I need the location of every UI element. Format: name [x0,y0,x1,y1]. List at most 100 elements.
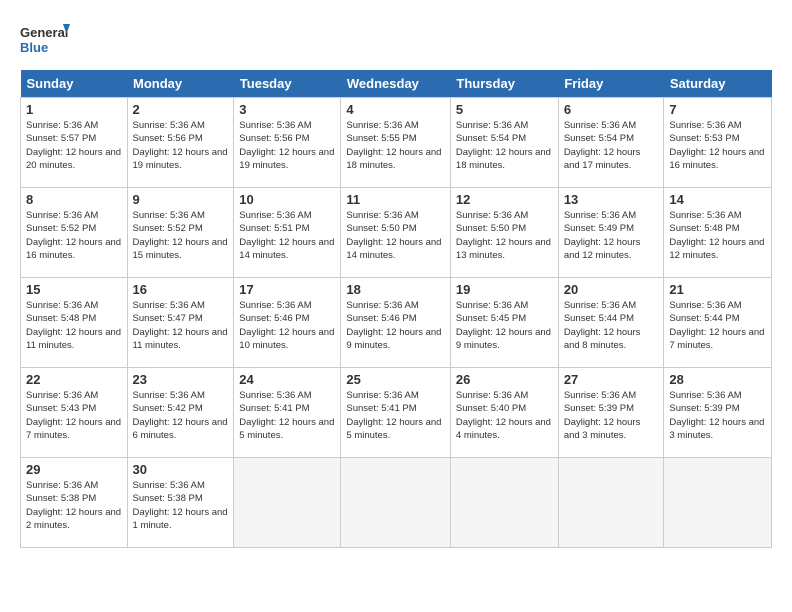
calendar-cell: 12 Sunrise: 5:36 AMSunset: 5:50 PMDaylig… [450,188,558,278]
calendar-week-row: 29 Sunrise: 5:36 AMSunset: 5:38 PMDaylig… [21,458,772,548]
calendar-cell [341,458,451,548]
day-info: Sunrise: 5:36 AMSunset: 5:57 PMDaylight:… [26,120,121,171]
day-info: Sunrise: 5:36 AMSunset: 5:41 PMDaylight:… [239,390,334,441]
day-info: Sunrise: 5:36 AMSunset: 5:38 PMDaylight:… [26,480,121,531]
day-info: Sunrise: 5:36 AMSunset: 5:40 PMDaylight:… [456,390,551,441]
calendar-cell: 18 Sunrise: 5:36 AMSunset: 5:46 PMDaylig… [341,278,451,368]
calendar-cell: 21 Sunrise: 5:36 AMSunset: 5:44 PMDaylig… [664,278,772,368]
logo-svg: General Blue [20,20,70,60]
calendar-cell [664,458,772,548]
calendar-cell: 8 Sunrise: 5:36 AMSunset: 5:52 PMDayligh… [21,188,128,278]
day-info: Sunrise: 5:36 AMSunset: 5:39 PMDaylight:… [564,390,641,441]
day-number: 23 [133,372,229,387]
day-info: Sunrise: 5:36 AMSunset: 5:43 PMDaylight:… [26,390,121,441]
calendar-cell [234,458,341,548]
day-info: Sunrise: 5:36 AMSunset: 5:47 PMDaylight:… [133,300,228,351]
header: General Blue [20,20,772,60]
day-info: Sunrise: 5:36 AMSunset: 5:51 PMDaylight:… [239,210,334,261]
calendar-week-row: 8 Sunrise: 5:36 AMSunset: 5:52 PMDayligh… [21,188,772,278]
weekday-header-friday: Friday [558,70,664,98]
calendar-cell [558,458,664,548]
day-number: 10 [239,192,335,207]
day-number: 17 [239,282,335,297]
day-info: Sunrise: 5:36 AMSunset: 5:50 PMDaylight:… [346,210,441,261]
day-number: 8 [26,192,122,207]
day-info: Sunrise: 5:36 AMSunset: 5:44 PMDaylight:… [564,300,641,351]
calendar-cell: 28 Sunrise: 5:36 AMSunset: 5:39 PMDaylig… [664,368,772,458]
weekday-header-tuesday: Tuesday [234,70,341,98]
weekday-header-monday: Monday [127,70,234,98]
calendar-cell: 6 Sunrise: 5:36 AMSunset: 5:54 PMDayligh… [558,98,664,188]
day-info: Sunrise: 5:36 AMSunset: 5:44 PMDaylight:… [669,300,764,351]
day-number: 9 [133,192,229,207]
day-number: 2 [133,102,229,117]
day-info: Sunrise: 5:36 AMSunset: 5:41 PMDaylight:… [346,390,441,441]
day-number: 19 [456,282,553,297]
calendar-cell: 14 Sunrise: 5:36 AMSunset: 5:48 PMDaylig… [664,188,772,278]
day-info: Sunrise: 5:36 AMSunset: 5:48 PMDaylight:… [669,210,764,261]
day-info: Sunrise: 5:36 AMSunset: 5:49 PMDaylight:… [564,210,641,261]
calendar-cell: 22 Sunrise: 5:36 AMSunset: 5:43 PMDaylig… [21,368,128,458]
day-info: Sunrise: 5:36 AMSunset: 5:52 PMDaylight:… [133,210,228,261]
day-number: 3 [239,102,335,117]
calendar-cell [450,458,558,548]
day-number: 20 [564,282,659,297]
day-number: 18 [346,282,445,297]
day-number: 12 [456,192,553,207]
calendar-cell: 13 Sunrise: 5:36 AMSunset: 5:49 PMDaylig… [558,188,664,278]
calendar-cell: 4 Sunrise: 5:36 AMSunset: 5:55 PMDayligh… [341,98,451,188]
calendar-cell: 9 Sunrise: 5:36 AMSunset: 5:52 PMDayligh… [127,188,234,278]
day-info: Sunrise: 5:36 AMSunset: 5:55 PMDaylight:… [346,120,441,171]
weekday-header-sunday: Sunday [21,70,128,98]
day-number: 30 [133,462,229,477]
svg-text:General: General [20,25,68,40]
day-number: 4 [346,102,445,117]
day-info: Sunrise: 5:36 AMSunset: 5:46 PMDaylight:… [346,300,441,351]
day-number: 27 [564,372,659,387]
day-number: 22 [26,372,122,387]
weekday-header-row: SundayMondayTuesdayWednesdayThursdayFrid… [21,70,772,98]
day-number: 1 [26,102,122,117]
svg-text:Blue: Blue [20,40,48,55]
day-info: Sunrise: 5:36 AMSunset: 5:52 PMDaylight:… [26,210,121,261]
day-info: Sunrise: 5:36 AMSunset: 5:50 PMDaylight:… [456,210,551,261]
calendar-cell: 29 Sunrise: 5:36 AMSunset: 5:38 PMDaylig… [21,458,128,548]
calendar-cell: 10 Sunrise: 5:36 AMSunset: 5:51 PMDaylig… [234,188,341,278]
calendar-cell: 20 Sunrise: 5:36 AMSunset: 5:44 PMDaylig… [558,278,664,368]
day-number: 14 [669,192,766,207]
day-number: 28 [669,372,766,387]
calendar-week-row: 1 Sunrise: 5:36 AMSunset: 5:57 PMDayligh… [21,98,772,188]
day-number: 7 [669,102,766,117]
day-number: 21 [669,282,766,297]
calendar-cell: 26 Sunrise: 5:36 AMSunset: 5:40 PMDaylig… [450,368,558,458]
weekday-header-wednesday: Wednesday [341,70,451,98]
day-number: 25 [346,372,445,387]
day-info: Sunrise: 5:36 AMSunset: 5:38 PMDaylight:… [133,480,228,531]
calendar-cell: 3 Sunrise: 5:36 AMSunset: 5:56 PMDayligh… [234,98,341,188]
calendar-cell: 30 Sunrise: 5:36 AMSunset: 5:38 PMDaylig… [127,458,234,548]
logo: General Blue [20,20,70,60]
day-info: Sunrise: 5:36 AMSunset: 5:42 PMDaylight:… [133,390,228,441]
calendar-cell: 19 Sunrise: 5:36 AMSunset: 5:45 PMDaylig… [450,278,558,368]
calendar-week-row: 15 Sunrise: 5:36 AMSunset: 5:48 PMDaylig… [21,278,772,368]
weekday-header-thursday: Thursday [450,70,558,98]
calendar-cell: 27 Sunrise: 5:36 AMSunset: 5:39 PMDaylig… [558,368,664,458]
calendar-cell: 1 Sunrise: 5:36 AMSunset: 5:57 PMDayligh… [21,98,128,188]
calendar-cell: 17 Sunrise: 5:36 AMSunset: 5:46 PMDaylig… [234,278,341,368]
day-number: 24 [239,372,335,387]
day-number: 16 [133,282,229,297]
day-info: Sunrise: 5:36 AMSunset: 5:48 PMDaylight:… [26,300,121,351]
calendar-cell: 7 Sunrise: 5:36 AMSunset: 5:53 PMDayligh… [664,98,772,188]
day-info: Sunrise: 5:36 AMSunset: 5:53 PMDaylight:… [669,120,764,171]
day-number: 5 [456,102,553,117]
day-info: Sunrise: 5:36 AMSunset: 5:54 PMDaylight:… [456,120,551,171]
day-info: Sunrise: 5:36 AMSunset: 5:56 PMDaylight:… [133,120,228,171]
calendar-cell: 2 Sunrise: 5:36 AMSunset: 5:56 PMDayligh… [127,98,234,188]
day-number: 29 [26,462,122,477]
day-info: Sunrise: 5:36 AMSunset: 5:54 PMDaylight:… [564,120,641,171]
day-number: 26 [456,372,553,387]
day-info: Sunrise: 5:36 AMSunset: 5:56 PMDaylight:… [239,120,334,171]
calendar-cell: 23 Sunrise: 5:36 AMSunset: 5:42 PMDaylig… [127,368,234,458]
weekday-header-saturday: Saturday [664,70,772,98]
calendar-table: SundayMondayTuesdayWednesdayThursdayFrid… [20,70,772,548]
